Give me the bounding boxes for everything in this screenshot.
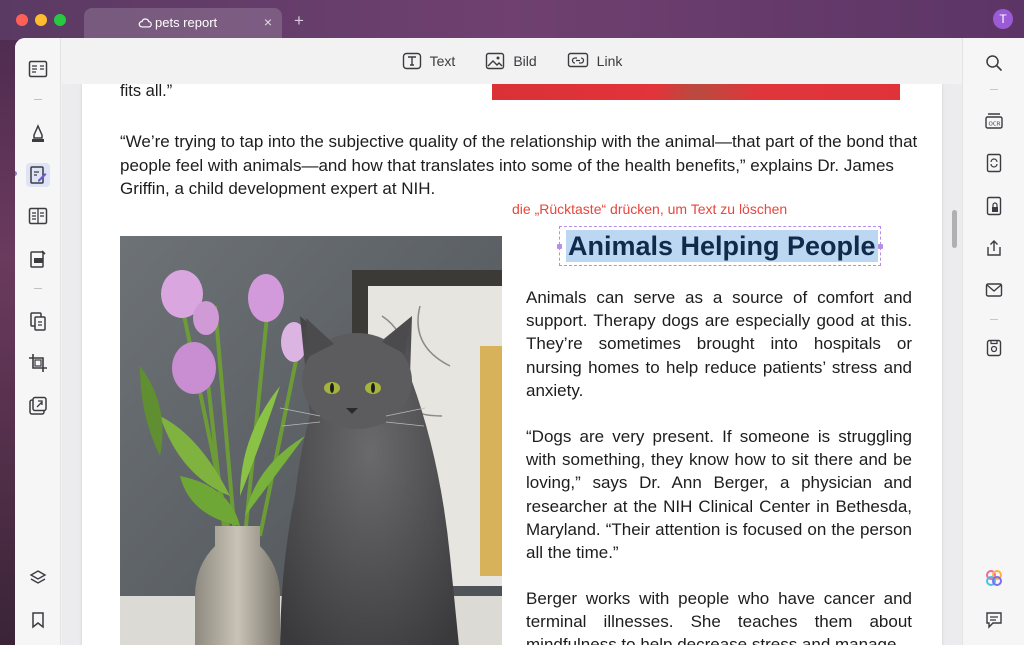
add-text-label: Text [429,53,456,69]
mail-icon[interactable] [983,279,1005,301]
avatar[interactable]: T [993,9,1013,29]
toolbar-divider [34,288,42,289]
title-bar: pets report × + T [0,0,1024,40]
toolbar-divider [990,89,998,90]
edit-pdf-icon[interactable] [26,163,50,187]
ai-icon[interactable] [983,567,1005,589]
paragraph-1[interactable]: Animals can serve as a source of comfort… [526,286,912,402]
document-canvas[interactable]: fits all.” “We’re trying to tap into the… [62,84,962,645]
vertical-scrollbar[interactable] [952,210,957,248]
document-tab[interactable]: pets report × [84,8,282,38]
selected-text-box[interactable]: Animals Helping People [557,226,883,266]
highlighter-icon[interactable] [26,121,50,145]
headline[interactable]: Animals Helping People [566,230,878,262]
resize-handle[interactable] [878,244,883,249]
resize-handle[interactable] [557,244,562,249]
add-image-label: Bild [513,53,537,69]
text-box-icon [402,52,421,70]
bookmark-icon[interactable] [26,608,50,632]
left-toolbar [15,38,61,645]
delete-hint: die „Rücktaste“ drücken, um Text zu lösc… [512,201,788,217]
add-text-button[interactable]: Text [402,52,456,70]
image-icon [486,52,505,70]
add-link-button[interactable]: Link [567,52,623,70]
reader-icon[interactable] [26,57,50,81]
svg-text:OCR: OCR [989,122,1001,128]
fill-sign-icon[interactable] [26,247,50,271]
tab-close-icon[interactable]: × [264,14,272,30]
crop-icon[interactable] [26,351,50,375]
edit-toolbar: Text Bild Link [62,38,962,84]
quote-paragraph[interactable]: “We’re trying to tap into the subjective… [120,130,920,201]
app-window: Text Bild Link fits all.” “We’re trying … [15,38,1024,645]
toolbar-divider [34,99,42,100]
ocr-icon[interactable]: OCR [983,110,1005,132]
minimize-window-button[interactable] [35,14,47,26]
comment-icon[interactable] [983,609,1005,631]
link-icon [567,52,588,68]
layers-icon[interactable] [26,566,50,590]
search-icon[interactable] [983,52,1005,74]
pdf-page[interactable]: fits all.” “We’re trying to tap into the… [82,84,942,645]
organize-pages-icon[interactable] [26,309,50,333]
right-toolbar: OCR [962,38,1024,645]
tab-title: pets report [155,15,218,30]
image-fragment[interactable] [492,84,900,100]
add-link-label: Link [596,53,623,69]
active-indicator [15,171,17,176]
close-window-button[interactable] [16,14,28,26]
maximize-window-button[interactable] [54,14,66,26]
cloud-icon [138,18,152,28]
add-image-button[interactable]: Bild [485,52,537,70]
form-icon[interactable] [26,204,50,228]
text-fragment[interactable]: fits all.” [120,84,172,101]
cat-photo[interactable] [120,236,502,645]
new-tab-button[interactable]: + [294,11,304,31]
protect-icon[interactable] [983,195,1005,217]
convert-icon[interactable] [983,152,1005,174]
save-icon[interactable] [983,337,1005,359]
paragraph-3[interactable]: Berger works with people who have cancer… [526,587,912,645]
cat-flowers-image [120,236,502,645]
share-icon[interactable] [983,237,1005,259]
stamp-icon[interactable] [26,394,50,418]
toolbar-divider [990,319,998,320]
paragraph-2[interactable]: “Dogs are very present. If someone is st… [526,425,912,564]
